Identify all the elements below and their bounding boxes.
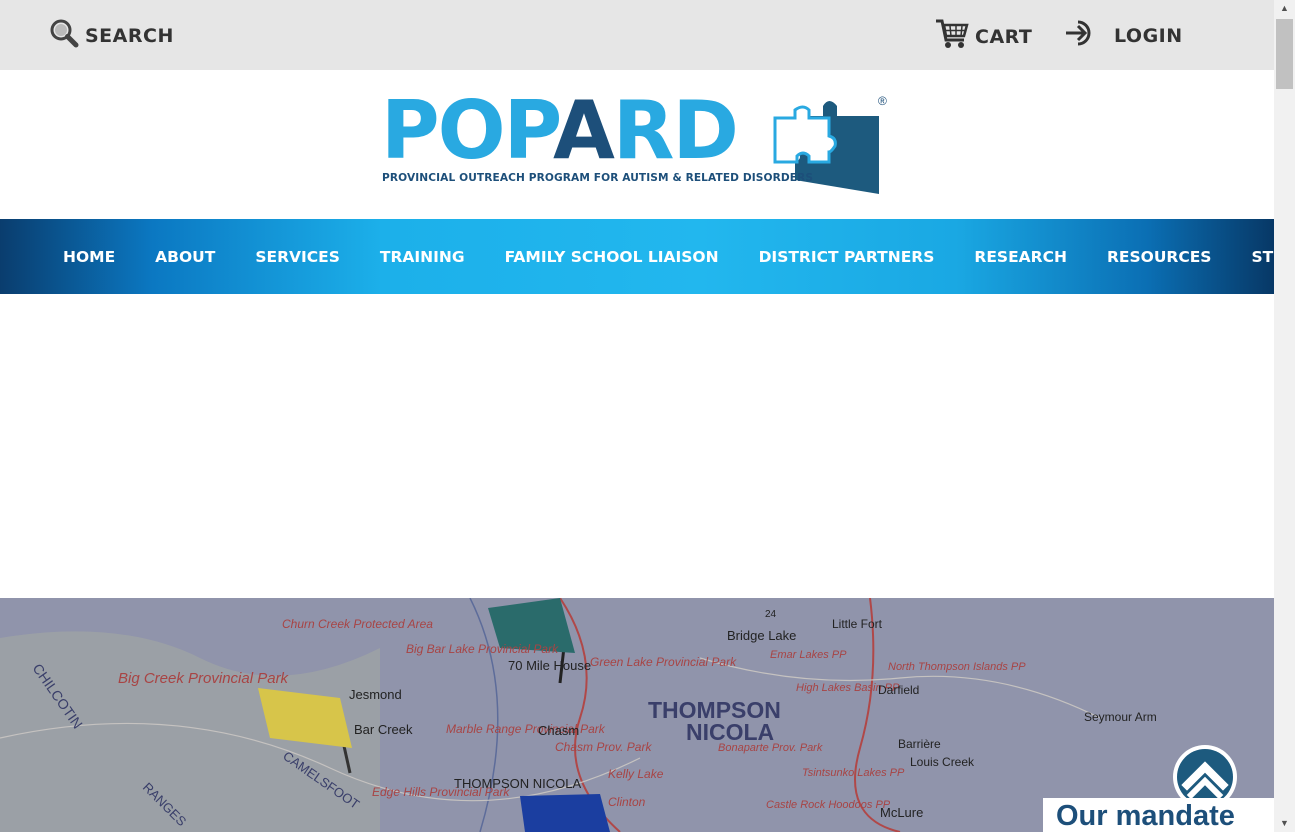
map-label: Bar Creek: [354, 722, 413, 737]
scrollbar-thumb[interactable]: [1276, 19, 1293, 89]
nav-item-store[interactable]: STORE: [1231, 248, 1274, 266]
main-navigation: HOME ABOUT SERVICES TRAINING FAMILY SCHOOL L…: [0, 219, 1274, 294]
map-label: Churn Creek Protected Area: [282, 617, 433, 631]
map-label: Seymour Arm: [1084, 710, 1157, 724]
map-label: Barrière: [898, 737, 941, 751]
header-logo-area: POPARD ® PROVINCIAL OUTREACH PROGRAM FOR…: [0, 70, 1274, 219]
nav-item-home[interactable]: HOME: [43, 248, 135, 266]
logo-wordmark: POPARD: [381, 88, 739, 174]
shopping-cart-icon: [935, 18, 969, 56]
map-label: Chasm: [538, 723, 579, 738]
nav-item-training[interactable]: TRAINING: [360, 248, 485, 266]
nav-item-resources[interactable]: RESOURCES: [1087, 248, 1232, 266]
logo-registered-mark: ®: [878, 94, 887, 108]
vertical-scrollbar[interactable]: ▲ ▼: [1274, 0, 1295, 832]
map-label: Darfield: [878, 683, 919, 697]
map-image: Big Creek Provincial Park Churn Creek Pr…: [0, 598, 1274, 832]
map-label: Marble Range Provincial Park: [446, 722, 606, 736]
cart-link[interactable]: CART: [935, 18, 1032, 56]
map-label: Green Lake Provincial Park: [590, 655, 737, 669]
map-label: Big Bar Lake Provincial Park: [406, 642, 559, 656]
map-label: Tsintsunko Lakes PP: [802, 767, 905, 779]
logo-subtitle: PROVINCIAL OUTREACH PROGRAM FOR AUTISM &…: [382, 172, 814, 184]
map-label: Bridge Lake: [727, 628, 796, 643]
page: SEARCH CART LOGIN POPARD ® PROVINCIAL OU…: [0, 0, 1274, 832]
map-region-label: NICOLA: [686, 719, 774, 745]
map-label: Clinton: [608, 795, 646, 809]
scroll-up-arrow-icon[interactable]: ▲: [1274, 0, 1295, 17]
map-label: North Thompson Islands PP: [888, 661, 1026, 673]
hero-map-banner: Big Creek Provincial Park Churn Creek Pr…: [0, 598, 1274, 832]
mandate-card: Our mandate: [1043, 798, 1274, 832]
nav-item-research[interactable]: RESEARCH: [954, 248, 1087, 266]
search-label: SEARCH: [85, 25, 174, 47]
content-blank-area: [0, 294, 1274, 598]
map-label: Emar Lakes PP: [770, 649, 847, 661]
map-label: Jesmond: [349, 687, 402, 702]
logo-word-right: RD: [612, 84, 739, 177]
map-label: 24: [765, 609, 777, 620]
map-label: McLure: [880, 805, 923, 820]
nav-item-services[interactable]: SERVICES: [235, 248, 360, 266]
map-label: Big Creek Provincial Park: [118, 670, 290, 687]
map-label: Little Fort: [832, 617, 883, 631]
map-label: Castle Rock Hoodoos PP: [766, 799, 891, 811]
map-label: 70 Mile House: [508, 658, 591, 673]
map-label: Kelly Lake: [608, 767, 664, 781]
login-label: LOGIN: [1114, 25, 1183, 47]
search-link[interactable]: SEARCH: [49, 18, 174, 54]
logo-word-a: A: [552, 84, 615, 177]
popard-logo[interactable]: POPARD ® PROVINCIAL OUTREACH PROGRAM FOR…: [381, 88, 893, 198]
login-arrow-icon: [1064, 18, 1098, 54]
blue-flag-pin: [520, 794, 610, 832]
map-label: Chasm Prov. Park: [555, 740, 652, 754]
login-link[interactable]: LOGIN: [1064, 18, 1183, 54]
search-icon: [49, 18, 79, 54]
nav-item-family-school-liaison[interactable]: FAMILY SCHOOL LIAISON: [485, 248, 739, 266]
nav-item-about[interactable]: ABOUT: [135, 248, 235, 266]
nav-item-district-partners[interactable]: DISTRICT PARTNERS: [739, 248, 955, 266]
mandate-heading: Our mandate: [1056, 800, 1235, 832]
chevron-up-icon: [1181, 761, 1229, 800]
cart-label: CART: [975, 26, 1033, 48]
top-utility-bar: SEARCH CART LOGIN: [0, 0, 1274, 70]
scroll-down-arrow-icon[interactable]: ▼: [1274, 815, 1295, 832]
map-label: Louis Creek: [910, 755, 975, 769]
nav-list: HOME ABOUT SERVICES TRAINING FAMILY SCHOOL L…: [43, 219, 1274, 294]
logo-word-left: POP: [381, 84, 555, 177]
